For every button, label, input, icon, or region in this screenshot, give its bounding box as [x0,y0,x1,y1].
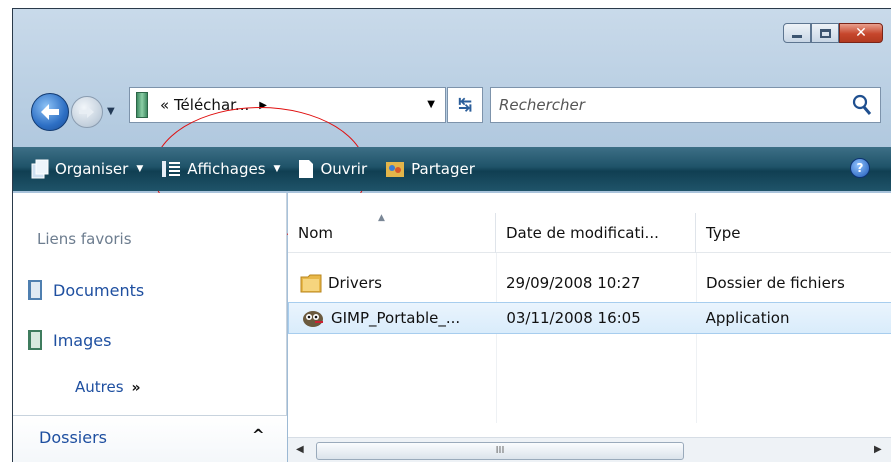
more-links-label: Autres [75,378,124,396]
minimize-icon [792,34,802,38]
sidebar-item-label: Documents [53,280,145,300]
scrollbar-thumb[interactable]: III [316,442,684,460]
partager-label: Partager [411,160,475,178]
file-date: 03/11/2008 16:05 [506,309,641,327]
sidebar-item-images[interactable]: Images [27,329,111,351]
explorer-window: ✕ ▼ « Téléchar... ▶ ▼ ↹ Rechercher Organ… [12,8,891,462]
folders-label: Dossiers [39,428,107,447]
documents-icon [28,280,42,300]
back-button[interactable] [31,93,69,131]
column-header-label: Date de modificati... [506,224,659,242]
column-header-label: Type [706,224,741,242]
ouvrir-label: Ouvrir [320,160,368,178]
double-chevron-icon: » [131,380,141,396]
table-row[interactable]: Drivers 29/09/2008 10:27 Dossier de fich… [288,267,891,299]
column-header-date[interactable]: Date de modificati... [496,213,696,253]
scroll-left-icon[interactable]: ◀ [296,444,304,455]
affichages-label: Affichages [187,160,266,178]
column-header-label: Nom [298,224,334,242]
organiser-button[interactable]: Organiser ▼ [31,159,143,179]
table-row-selected[interactable]: GIMP_Portable_... 03/11/2008 16:05 Appli… [288,302,891,334]
search-icon[interactable] [850,93,874,117]
address-path[interactable]: « Téléchar... [160,96,249,114]
scroll-right-icon[interactable]: ▶ [874,444,882,455]
file-name: GIMP_Portable_... [331,309,461,327]
column-headers: ▲ Nom Date de modificati... Type [288,213,891,253]
folders-section[interactable]: Dossiers ^ [13,415,287,462]
views-icon [162,161,181,177]
file-type: Dossier de fichiers [706,274,845,292]
address-bar[interactable]: « Téléchar... ▶ ▼ [129,87,446,123]
maximize-button[interactable] [811,23,839,43]
file-list: ▲ Nom Date de modificati... Type Drivers… [288,193,891,462]
search-input[interactable]: Rechercher [490,87,881,123]
column-header-nom[interactable]: ▲ Nom [288,213,496,253]
chevron-down-icon: ▼ [136,164,144,174]
organise-icon [31,159,49,179]
file-type-cell: Dossier de fichiers [696,267,891,299]
caption-buttons: ✕ [783,23,883,43]
scrollbar-grip: III [495,445,505,456]
history-dropdown-icon[interactable]: ▼ [107,106,115,117]
ouvrir-button[interactable]: Ouvrir [298,159,367,179]
maximize-icon [819,28,831,38]
partager-button[interactable]: Partager [385,159,475,179]
sort-ascending-icon: ▲ [378,213,385,223]
share-icon [386,162,405,177]
favorites-title: Liens favoris [37,230,132,248]
breadcrumb-arrow-icon[interactable]: ▶ [259,100,267,111]
folder-icon [300,274,322,293]
navigation-bar: ▼ « Téléchar... ▶ ▼ ↹ Rechercher [13,79,891,237]
close-button[interactable]: ✕ [839,23,883,43]
organiser-label: Organiser [55,160,129,178]
navigation-pane: Liens favoris Documents Images Autres » D… [13,193,287,462]
minimize-button[interactable] [783,23,811,43]
command-toolbar: Organiser ▼ Affichages ▼ Ouvrir Partager… [13,147,891,191]
images-icon [28,330,42,350]
search-placeholder: Rechercher [499,96,585,114]
file-name-cell: GIMP_Portable_... [289,302,496,334]
gimp-icon [303,311,323,327]
folder-location-icon [136,92,148,118]
file-name-cell: Drivers [288,267,496,299]
chevron-up-icon[interactable]: ^ [252,426,265,444]
sidebar-item-documents[interactable]: Documents [27,279,144,301]
document-icon [299,160,314,178]
file-date: 29/09/2008 10:27 [506,274,641,292]
help-icon: ? [856,161,864,175]
file-date-cell: 29/09/2008 10:27 [496,267,696,299]
more-links[interactable]: Autres » [75,378,141,396]
file-name: Drivers [328,274,382,292]
arrow-left-icon [41,104,59,120]
refresh-button[interactable]: ↹ [447,87,483,123]
arrow-right-icon [79,106,94,118]
forward-button[interactable] [71,96,103,128]
refresh-icon: ↹ [457,95,473,115]
file-date-cell: 03/11/2008 16:05 [496,302,695,334]
sidebar-item-label: Images [53,330,112,350]
chevron-down-icon: ▼ [273,164,281,174]
file-type: Application [705,309,790,327]
horizontal-scrollbar[interactable]: ◀ III ▶ [288,437,891,462]
column-header-type[interactable]: Type [696,213,891,253]
file-type-cell: Application [696,302,891,334]
affichages-button[interactable]: Affichages ▼ [161,160,280,178]
address-dropdown-icon[interactable]: ▼ [427,99,435,110]
close-icon: ✕ [855,25,867,41]
help-button[interactable]: ? [850,158,870,178]
